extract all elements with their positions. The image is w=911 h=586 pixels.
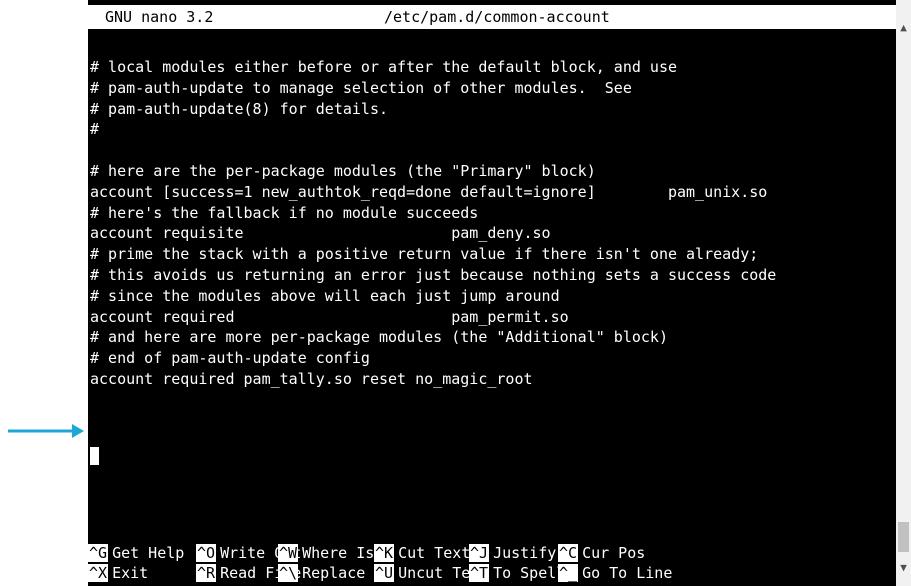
arrow-head: [72, 424, 84, 438]
shortcut-item: ^K Cut Text: [374, 543, 470, 563]
shortcut-key: ^T: [469, 564, 490, 582]
arrow-annotation-icon: [8, 424, 84, 438]
shortcut-bar: ^G Get Help ^O Write Out ^W Where Is ^K Cut Tex…: [88, 543, 896, 583]
editor-line: # and here are more per-package modules …: [90, 328, 668, 347]
chevron-down-icon[interactable]: ▼: [896, 558, 911, 578]
chevron-up-icon[interactable]: ▲: [896, 18, 911, 38]
editor-line: # here's the fallback if no module succe…: [90, 203, 479, 222]
terminal-window[interactable]: GNU nano 3.2 /etc/pam.d/common-account #…: [88, 0, 896, 586]
shortcut-item: ^G Get Help: [88, 543, 184, 563]
editor-text-area[interactable]: # local modules either before or after t…: [88, 57, 896, 390]
shortcut-key: ^W: [278, 544, 299, 562]
shortcut-key: ^\: [278, 564, 299, 582]
editor-line: account required pam_permit.so: [90, 307, 569, 326]
shortcut-label: To Spell: [493, 564, 566, 582]
editor-line: # pam-auth-update(8) for details.: [90, 99, 389, 118]
vertical-scrollbar[interactable]: ▲ ▼: [896, 0, 911, 586]
shortcut-key: ^_: [558, 564, 579, 582]
editor-line: # pam-auth-update to manage selection of…: [90, 78, 632, 97]
shortcut-item: ^J Justify: [469, 543, 556, 563]
shortcut-key: ^R: [196, 564, 217, 582]
shortcut-item: ^T To Spell: [469, 563, 565, 583]
shortcut-row-2: ^X Exit ^R Read File ^\ Replace ^U Uncut Text ^T…: [88, 563, 896, 583]
editor-line: # end of pam-auth-update config: [90, 349, 370, 368]
editor-line: # local modules either before or after t…: [90, 58, 677, 76]
scroll-thumb[interactable]: [898, 522, 909, 552]
shortcut-item: ^_ Go To Line: [558, 563, 672, 583]
shortcut-label: Exit: [112, 564, 149, 582]
editor-line: # prime the stack with a positive return…: [90, 245, 759, 264]
text-cursor: [90, 447, 99, 465]
shortcut-key: ^U: [374, 564, 395, 582]
editor-line: account [success=1 new_authtok_reqd=done…: [90, 182, 768, 201]
shortcut-label: Replace: [302, 564, 366, 582]
editor-line: account required pam_tally.so reset no_m…: [90, 369, 533, 388]
app-version: GNU nano 3.2: [105, 8, 214, 26]
shortcut-label: Justify: [493, 544, 557, 562]
shortcut-key: ^K: [374, 544, 395, 562]
editor-line: # here are the per-package modules (the …: [90, 161, 596, 180]
shortcut-key: ^X: [88, 564, 109, 582]
shortcut-item: ^X Exit: [88, 563, 148, 583]
shortcut-item: ^W Where Is: [278, 543, 374, 563]
shortcut-key: ^C: [558, 544, 579, 562]
shortcut-label: Cur Pos: [582, 544, 646, 562]
shortcut-row-1: ^G Get Help ^O Write Out ^W Where Is ^K Cut Tex…: [88, 543, 896, 563]
shortcut-item: ^C Cur Pos: [558, 543, 645, 563]
shortcut-label: Cut Text: [398, 544, 471, 562]
editor-line: account requisite pam_deny.so: [90, 224, 551, 243]
nano-title-bar: GNU nano 3.2 /etc/pam.d/common-account: [88, 5, 896, 29]
shortcut-label: Get Help: [112, 544, 185, 562]
editor-line: # since the modules above will each just…: [90, 286, 560, 305]
shortcut-key: ^G: [88, 544, 109, 562]
file-path: /etc/pam.d/common-account: [384, 8, 610, 26]
shortcut-label: Go To Line: [582, 564, 673, 582]
shortcut-key: ^O: [196, 544, 217, 562]
shortcut-item: ^\ Replace: [278, 563, 365, 583]
shortcut-label: Where Is: [302, 544, 375, 562]
editor-line: # this avoids us returning an error just…: [90, 265, 777, 284]
shortcut-key: ^J: [469, 544, 490, 562]
editor-line: #: [90, 120, 100, 139]
